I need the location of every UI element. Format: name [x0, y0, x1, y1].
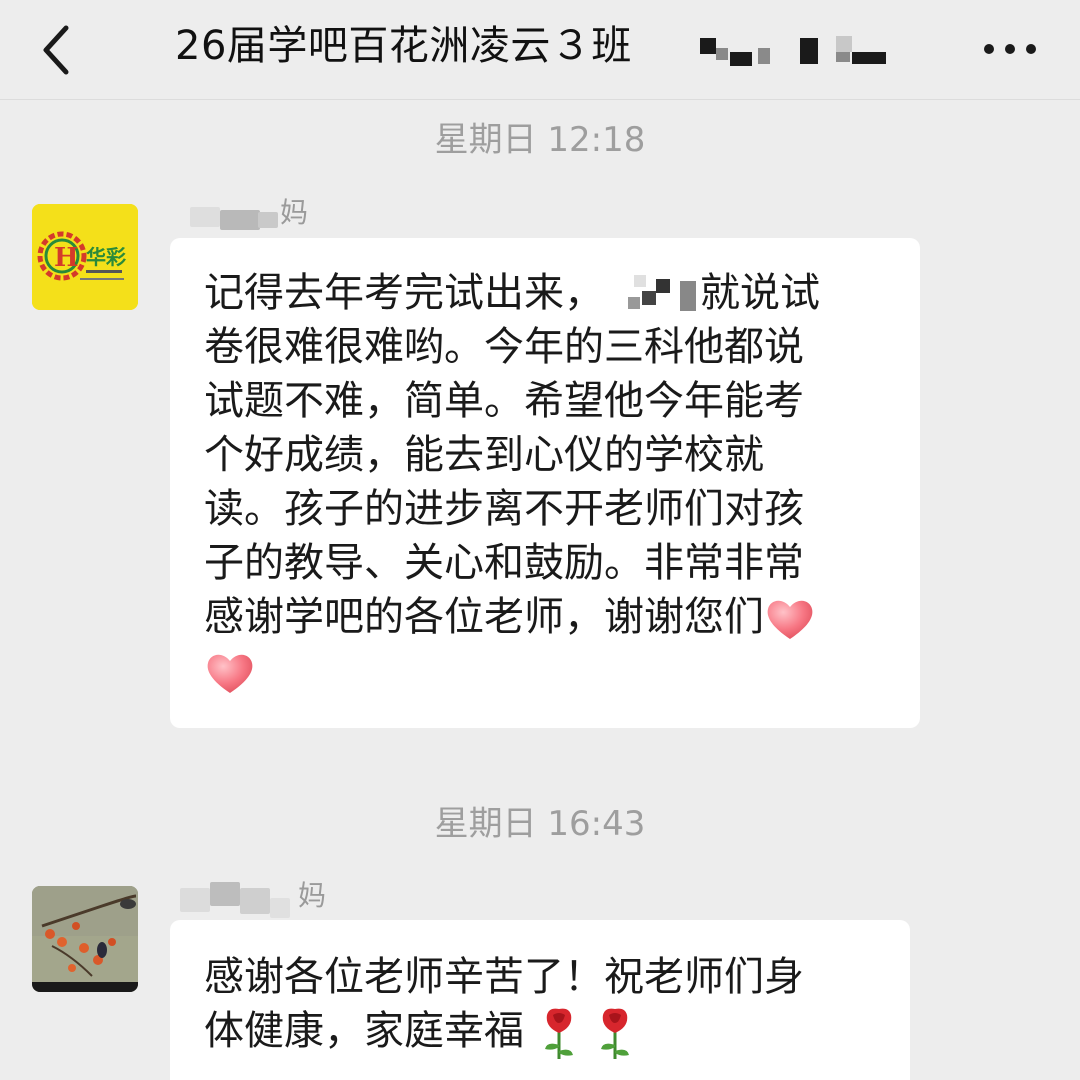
message-text-line: 记得去年考完试出来，	[204, 270, 604, 316]
rose-emoji-icon	[601, 1008, 630, 1059]
heart-emoji-icon	[767, 600, 813, 639]
svg-text:H: H	[54, 243, 79, 273]
rose-emoji-icon	[544, 1008, 573, 1059]
message-timestamp: 星期日 12:18	[434, 120, 646, 160]
message-bubble[interactable]: 感谢各位老师辛苦了！祝老师们身 体健康，家庭幸福	[170, 920, 910, 1080]
message-text-line: 体健康，家庭幸福	[204, 1008, 524, 1054]
chat-title: 26届学吧百花洲凌云３班	[175, 23, 632, 69]
redaction-block	[604, 275, 700, 315]
message-text-line: 就说试	[700, 270, 820, 316]
chat-header: 26届学吧百花洲凌云３班	[0, 0, 1080, 100]
message-bubble[interactable]: 记得去年考完试出来， 就说试 卷很难很难哟。今年的三科他都说 试题不难，简单。希…	[170, 238, 920, 728]
message-text-line: 读。孩子的进步离不开老师们对孩	[204, 486, 804, 532]
message-text-line: 感谢学吧的各位老师，谢谢您们	[204, 594, 764, 640]
avatar-logo-text: 华彩	[86, 245, 126, 269]
persimmon-bird-painting-icon	[32, 886, 138, 992]
message-timestamp: 星期日 16:43	[434, 804, 646, 844]
sender-suffix: 妈	[280, 196, 309, 229]
sender-suffix: 妈	[298, 879, 327, 912]
message-text-line: 试题不难，简单。希望他今年能考	[204, 378, 804, 424]
chevron-left-icon	[43, 25, 69, 75]
message-text-line: 感谢各位老师辛苦了！祝老师们身	[204, 954, 804, 1000]
huacai-logo-icon: H 华彩	[32, 204, 138, 310]
message-text-line: 个好成绩，能去到心仪的学校就	[204, 432, 764, 478]
message-text-line: 子的教导、关心和鼓励。非常非常	[204, 540, 804, 586]
avatar[interactable]	[32, 886, 138, 992]
more-dots-icon	[984, 44, 1036, 54]
avatar[interactable]: H 华彩	[32, 204, 138, 310]
back-button[interactable]	[30, 20, 90, 80]
more-button[interactable]	[975, 24, 1045, 74]
heart-emoji-icon	[207, 654, 253, 693]
message-text-line: 卷很难很难哟。今年的三科他都说	[204, 324, 804, 370]
